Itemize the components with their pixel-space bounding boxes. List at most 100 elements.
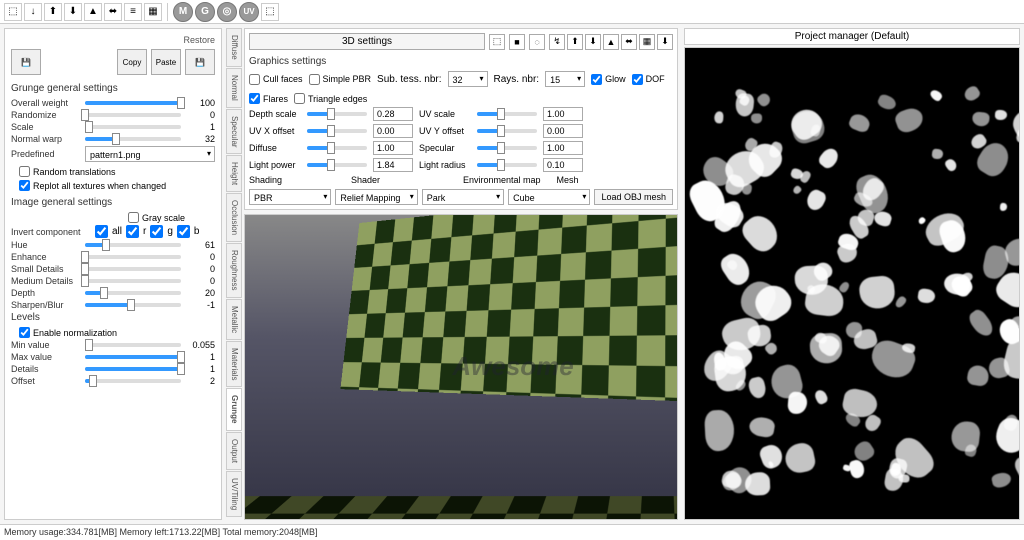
- save-icon[interactable]: 💾: [11, 49, 41, 75]
- image-sharpen-slider[interactable]: [85, 303, 181, 307]
- image-hue-slider[interactable]: [85, 243, 181, 247]
- vtab-materials[interactable]: Materials: [226, 341, 242, 387]
- envmap-select[interactable]: Park: [422, 189, 504, 205]
- simple-check[interactable]: [309, 74, 320, 85]
- tool-down-icon[interactable]: ↓: [24, 3, 42, 21]
- vtab-height[interactable]: Height: [226, 155, 242, 192]
- image-enhance-slider[interactable]: [85, 255, 181, 259]
- gfx-depth_scale-input[interactable]: [373, 107, 413, 121]
- vtab-specular[interactable]: Specular: [226, 109, 242, 155]
- tool-cube-icon[interactable]: ⬚: [4, 3, 22, 21]
- image-small-slider[interactable]: [85, 267, 181, 271]
- enable-norm-label: Enable normalization: [33, 328, 117, 338]
- cull-check[interactable]: [249, 74, 260, 85]
- vtab-occlusion[interactable]: Occlusion: [226, 193, 242, 242]
- grunge-normal_warp-slider[interactable]: [85, 137, 181, 141]
- tool-grid-icon[interactable]: ▦: [144, 3, 162, 21]
- gfx-uvx-input[interactable]: [373, 124, 413, 138]
- enable-norm-check[interactable]: [19, 327, 30, 338]
- gfx-light_radius-input[interactable]: [543, 158, 583, 172]
- tool-last-icon[interactable]: ⬚: [261, 3, 279, 21]
- tri-check[interactable]: [294, 93, 305, 104]
- tool-globe-icon[interactable]: ◎: [217, 2, 237, 22]
- texture-preview[interactable]: [684, 47, 1020, 520]
- strip-4-icon[interactable]: ▲: [603, 34, 619, 50]
- grunge-scale-value: 1: [185, 122, 215, 132]
- refresh-icon[interactable]: ◌: [529, 34, 545, 50]
- gfx-uv_scale-input[interactable]: [543, 107, 583, 121]
- gfx-specular-slider[interactable]: [477, 146, 537, 150]
- tool-m-icon[interactable]: M: [173, 2, 193, 22]
- vtab-uvtiling[interactable]: UV/Tiling: [226, 471, 242, 517]
- random-translations-check[interactable]: [19, 166, 30, 177]
- gfx-uvy-input[interactable]: [543, 124, 583, 138]
- gfx-title: Graphics settings: [249, 56, 673, 67]
- cube-icon[interactable]: ⬚: [489, 34, 505, 50]
- copy-button[interactable]: Copy: [117, 49, 147, 75]
- shader-select[interactable]: Relief Mapping: [335, 189, 417, 205]
- predefined-select[interactable]: pattern1.png: [85, 146, 215, 162]
- strip-7-icon[interactable]: ⬇: [657, 34, 673, 50]
- project-manager-header[interactable]: Project manager (Default): [684, 28, 1020, 45]
- grunge-overall_weight-slider[interactable]: [85, 101, 181, 105]
- paste-button[interactable]: Paste: [151, 49, 181, 75]
- gfx-specular-input[interactable]: [543, 141, 583, 155]
- gfx-diffuse-slider[interactable]: [307, 146, 367, 150]
- gfx-uvx-slider[interactable]: [307, 129, 367, 133]
- gfx-light_power-slider[interactable]: [307, 163, 367, 167]
- tool-uv-icon[interactable]: UV: [239, 2, 259, 22]
- image-medium-slider[interactable]: [85, 279, 181, 283]
- vtab-grunge[interactable]: Grunge: [226, 388, 242, 430]
- gfx-uvx-label: UV X offset: [249, 126, 301, 136]
- invert-r-check[interactable]: [126, 225, 139, 238]
- grayscale-check[interactable]: [128, 212, 139, 223]
- camera-icon[interactable]: ■: [509, 34, 525, 50]
- strip-1-icon[interactable]: ↯: [549, 34, 565, 50]
- gfx-light_power-input[interactable]: [373, 158, 413, 172]
- vtab-roughness[interactable]: Roughness: [226, 243, 242, 297]
- invert-b-check[interactable]: [177, 225, 190, 238]
- save2-icon[interactable]: 💾: [185, 49, 215, 75]
- dof-check[interactable]: [632, 74, 643, 85]
- tool-peak-icon[interactable]: ▲: [84, 3, 102, 21]
- tool-bars-icon[interactable]: ≡: [124, 3, 142, 21]
- level-offset-slider[interactable]: [85, 379, 181, 383]
- vtab-metallic[interactable]: Metallic: [226, 299, 242, 340]
- gfx-diffuse-input[interactable]: [373, 141, 413, 155]
- tool-up1-icon[interactable]: ⬆: [44, 3, 62, 21]
- subtess-select[interactable]: 32: [448, 71, 488, 87]
- shading-select[interactable]: PBR: [249, 189, 331, 205]
- strip-6-icon[interactable]: ▦: [639, 34, 655, 50]
- vtab-normal[interactable]: Normal: [226, 68, 242, 108]
- tool-down2-icon[interactable]: ⬇: [64, 3, 82, 21]
- image-depth-slider[interactable]: [85, 291, 181, 295]
- tool-wide-icon[interactable]: ⬌: [104, 3, 122, 21]
- vtab-diffuse[interactable]: Diffuse: [226, 28, 242, 67]
- flares-check[interactable]: [249, 93, 260, 104]
- invert-all-check[interactable]: [95, 225, 108, 238]
- 3d-settings-button[interactable]: 3D settings: [249, 33, 485, 50]
- rays-select[interactable]: 15: [545, 71, 585, 87]
- strip-3-icon[interactable]: ⬇: [585, 34, 601, 50]
- gfx-uvy-slider[interactable]: [477, 129, 537, 133]
- gfx-uv_scale-slider[interactable]: [477, 112, 537, 116]
- strip-2-icon[interactable]: ⬆: [567, 34, 583, 50]
- replot-check[interactable]: [19, 180, 30, 191]
- gfx-depth_scale-slider[interactable]: [307, 112, 367, 116]
- 3d-viewport[interactable]: Awesome: [244, 214, 678, 520]
- tool-g-icon[interactable]: G: [195, 2, 215, 22]
- strip-5-icon[interactable]: ⬌: [621, 34, 637, 50]
- load-obj-button[interactable]: Load OBJ mesh: [594, 189, 673, 205]
- mesh-label: Mesh: [557, 175, 609, 185]
- vtab-output[interactable]: Output: [226, 432, 242, 470]
- level-min-slider[interactable]: [85, 343, 181, 347]
- grunge-scale-slider[interactable]: [85, 125, 181, 129]
- level-max-slider[interactable]: [85, 355, 181, 359]
- mesh-select[interactable]: Cube: [508, 189, 590, 205]
- gfx-light_radius-slider[interactable]: [477, 163, 537, 167]
- invert-g-check[interactable]: [150, 225, 163, 238]
- glow-check[interactable]: [591, 74, 602, 85]
- grunge-randomize-slider[interactable]: [85, 113, 181, 117]
- restore-link[interactable]: Restore: [11, 35, 215, 45]
- level-details-slider[interactable]: [85, 367, 181, 371]
